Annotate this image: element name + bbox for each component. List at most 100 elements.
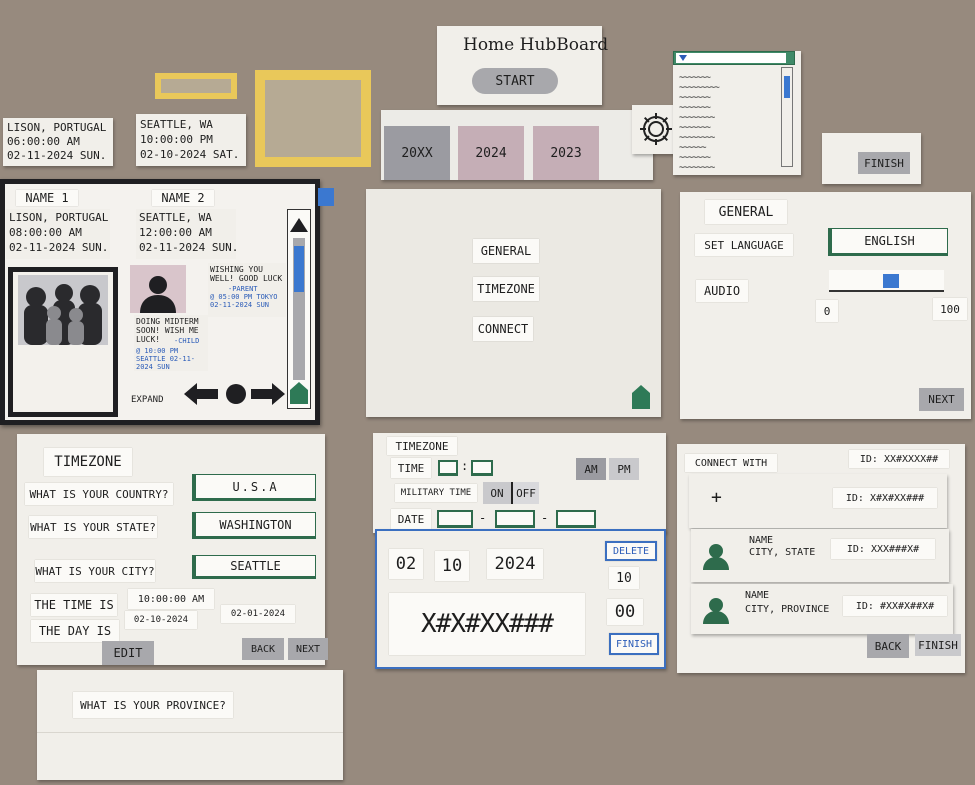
add-contact-row[interactable]: + ID: X#X#XX### (689, 474, 947, 528)
dropdown-option[interactable]: ~~~~~~~ (679, 153, 774, 163)
clock-date: 02-11-2024 SUN. (7, 149, 107, 162)
back-button[interactable]: BACK (867, 634, 909, 658)
gear-icon[interactable] (637, 110, 675, 148)
picker-day[interactable]: 02 (389, 549, 423, 579)
contact-avatar-icon (703, 596, 729, 624)
contact-id: ID: #XX#X##X# (843, 596, 947, 616)
scroll-thumb[interactable] (294, 246, 304, 292)
expand-link[interactable]: EXPAND (131, 395, 164, 405)
dropdown-header[interactable] (673, 51, 795, 65)
dropdown-option[interactable]: ~~~~~~~~~ (679, 83, 774, 93)
off-option[interactable]: OFF (511, 482, 539, 504)
nav-right-arrow-icon[interactable] (251, 383, 285, 405)
dropdown-list[interactable]: ~~~~~~~ ~~~~~~~~~ ~~~~~~~ ~~~~~~~ ~~~~~~… (673, 51, 801, 175)
state-field[interactable]: WASHINGTON (192, 512, 316, 539)
code-display: X#X#XX### (389, 593, 585, 655)
clock-panel-1: LISON, PORTUGAL 08:00:00 AM 02-11-2024 S… (6, 209, 110, 259)
military-toggle[interactable]: ON OFF (483, 482, 539, 504)
clock-time: 12:00:00 AM (139, 226, 212, 239)
day-input[interactable] (495, 510, 535, 528)
clock-city: SEATTLE, WA (140, 118, 213, 131)
contact-row[interactable]: NAME CITY, PROVINCE ID: #XX#X##X# (691, 584, 953, 634)
dropdown-option[interactable]: ~~~~~~ (679, 143, 774, 153)
add-icon[interactable]: + (711, 487, 722, 509)
section-title: CONNECT WITH (685, 454, 777, 472)
message-author: -PARENT (228, 285, 258, 293)
dropdown-scrollbar[interactable] (781, 67, 793, 167)
menu-item-general[interactable]: GENERAL (473, 239, 539, 263)
year-tab-2024[interactable]: 2024 (458, 126, 524, 180)
dropdown-option[interactable]: ~~~~~~~~ (679, 113, 774, 123)
finish-button[interactable]: FINISH (858, 152, 910, 174)
edit-button[interactable]: EDIT (102, 641, 154, 665)
time-label: TIME (391, 458, 431, 478)
date-value: 02-10-2024 (125, 611, 197, 629)
contact-row[interactable]: NAME CITY, STATE ID: XXX###X# (691, 529, 949, 582)
province-question[interactable]: WHAT IS YOUR PROVINCE? (73, 692, 233, 718)
country-field[interactable]: U.S.A (192, 474, 316, 501)
clock-city: LISON, PORTUGAL (9, 211, 109, 224)
dropdown-option[interactable]: ~~~~~~~~ (679, 133, 774, 143)
message-text: WISHING YOU WELL! GOOD LUCK (210, 265, 283, 284)
dropdown-option[interactable]: ~~~~~~~ (679, 103, 774, 113)
delete-button[interactable]: DELETE (605, 541, 657, 561)
dropdown-option[interactable]: ~~~~~~~~ (679, 163, 774, 173)
child-avatar[interactable] (130, 265, 186, 313)
date-picker-screen: 02 10 2024 DELETE 10 00 X#X#XX### FINISH (375, 529, 666, 669)
contact-place: CITY, STATE (749, 547, 816, 558)
contact-name: NAME (745, 590, 770, 601)
province-card: WHAT IS YOUR PROVINCE? (37, 670, 343, 780)
dropdown-option[interactable]: ~~~~~~~ (679, 93, 774, 103)
audio-slider[interactable] (829, 270, 944, 292)
connect-screen: CONNECT WITH ID: XX#XXXX## + ID: X#X#XX#… (677, 444, 965, 673)
clock-card-lisbon: LISON, PORTUGAL 06:00:00 AM 02-11-2024 S… (3, 118, 113, 166)
my-id: ID: XX#XXXX## (849, 450, 949, 468)
home-icon[interactable] (290, 382, 308, 404)
audio-slider-thumb[interactable] (883, 274, 900, 288)
am-toggle[interactable]: AM (576, 458, 606, 480)
nav-home-dot-icon[interactable] (226, 384, 246, 404)
dropdown-option[interactable]: ~~~~~~~ (679, 73, 774, 83)
date-label: DATE (391, 509, 431, 529)
military-time-label: MILITARY TIME (395, 484, 477, 502)
hub-title-card: Home HubBoard START (437, 26, 608, 105)
main-scrollbar[interactable] (287, 209, 311, 409)
next-button[interactable]: NEXT (919, 388, 964, 411)
year-tab-20xx[interactable]: 20XX (384, 126, 450, 180)
tape-strip (155, 73, 237, 99)
dropdown-option[interactable]: ~~~~~~~ (679, 123, 774, 133)
clock-city: SEATTLE, WA (139, 211, 212, 224)
nav-left-arrow-icon[interactable] (184, 383, 218, 405)
finish-button[interactable]: FINISH (609, 633, 659, 655)
scroll-up-icon[interactable] (290, 218, 308, 232)
contact-id: ID: X#X#XX### (833, 488, 937, 508)
next-button[interactable]: NEXT (288, 638, 328, 660)
hour-input[interactable] (438, 460, 458, 476)
back-button[interactable]: BACK (242, 638, 284, 660)
picker-month[interactable]: 10 (435, 551, 469, 581)
clock-time: 08:00:00 AM (9, 226, 82, 239)
family-photo[interactable] (8, 267, 118, 417)
home-icon[interactable] (632, 385, 650, 409)
message-child: DOING MIDTERM SOON! WISH ME LUCK! -CHILD… (134, 315, 208, 371)
clock-date: 02-11-2024 SUN. (139, 241, 239, 254)
general-settings-screen: GENERAL SET LANGUAGE ENGLISH AUDIO 0 100… (680, 192, 971, 419)
picker-year[interactable]: 2024 (487, 549, 543, 579)
menu-item-timezone[interactable]: TIMEZONE (473, 277, 539, 301)
start-button[interactable]: START (472, 68, 558, 94)
clock-time: 10:00:00 PM (140, 133, 213, 146)
page-title: Home HubBoard (463, 35, 609, 55)
month-input[interactable] (437, 510, 473, 528)
language-select[interactable]: ENGLISH (828, 228, 948, 256)
pm-toggle[interactable]: PM (609, 458, 639, 480)
city-field[interactable]: SEATTLE (192, 555, 316, 579)
menu-item-connect[interactable]: CONNECT (473, 317, 533, 341)
message-meta: @ 10:00 PM SEATTLE 02-11-2024 SUN (136, 347, 196, 372)
finish-button[interactable]: FINISH (915, 634, 961, 656)
on-option[interactable]: ON (483, 482, 511, 504)
minute-input[interactable] (471, 460, 493, 476)
tape-photo-frame (255, 70, 371, 167)
year-tab-2023[interactable]: 2023 (533, 126, 599, 180)
profile-name-1: NAME 1 (16, 190, 78, 206)
year-input[interactable] (556, 510, 596, 528)
